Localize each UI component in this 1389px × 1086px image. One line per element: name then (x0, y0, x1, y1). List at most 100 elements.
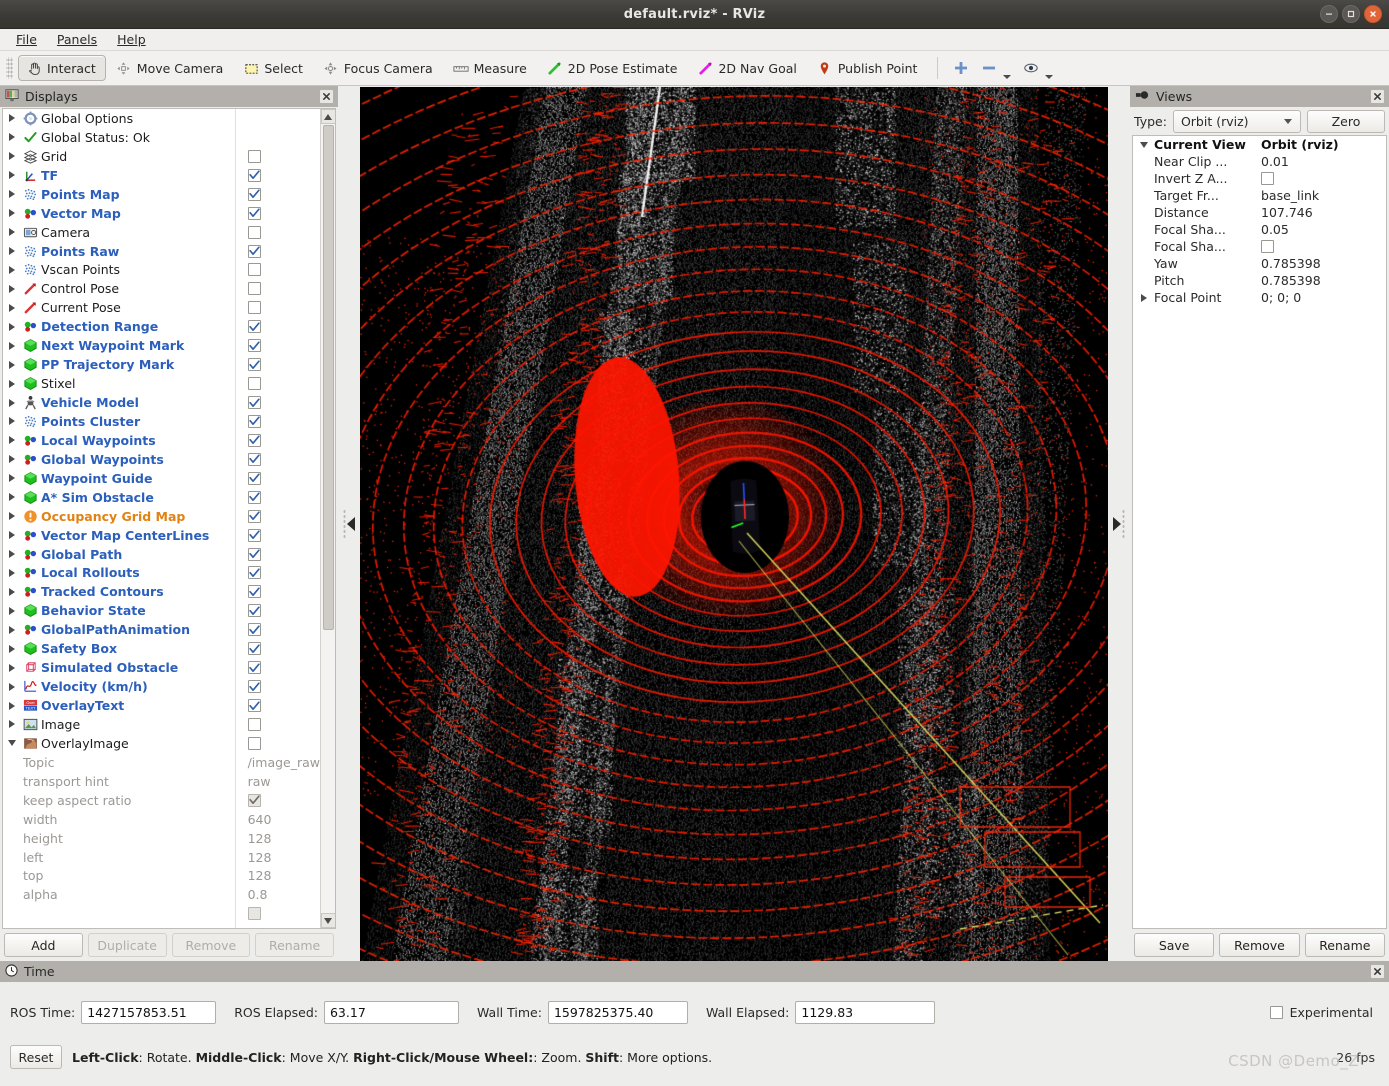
property-row-left[interactable]: left (3, 848, 235, 867)
display-enable-checkbox[interactable] (248, 245, 261, 258)
tool-2d-nav-goal[interactable]: 2D Nav Goal (689, 55, 806, 81)
display-item-vehicle-model[interactable]: Vehicle Model (3, 393, 235, 412)
rename-view-button[interactable]: Rename (1305, 933, 1385, 957)
display-item-control-pose[interactable]: Control Pose (3, 279, 235, 298)
property-value-cell[interactable]: 640 (236, 810, 320, 829)
view-property-invert-z-a[interactable]: Invert Z A... (1133, 170, 1386, 187)
display-item-overlayimage[interactable]: OverlayImage (3, 734, 235, 753)
display-item-simulated-obstacle[interactable]: Simulated Obstacle (3, 658, 235, 677)
chevron-right-icon[interactable] (3, 133, 20, 141)
display-enable-checkbox[interactable] (248, 207, 261, 220)
experimental-checkbox[interactable] (1270, 1006, 1283, 1019)
property-value-cell[interactable]: 0.8 (236, 885, 320, 904)
displays-tree[interactable]: Global Options Global Status: Ok Grid TF Poi… (2, 108, 336, 929)
display-enable-checkbox[interactable] (248, 377, 261, 390)
display-item-points-map[interactable]: Points Map (3, 185, 235, 204)
display-item-next-waypoint-mark[interactable]: Next Waypoint Mark (3, 336, 235, 355)
chevron-right-icon[interactable] (3, 266, 20, 274)
scroll-up-icon[interactable] (321, 109, 336, 124)
property-value-cell[interactable]: 128 (236, 829, 320, 848)
chevron-right-icon[interactable] (3, 228, 20, 236)
view-property-focal-sha[interactable]: Focal Sha... 0.05 (1133, 221, 1386, 238)
chevron-right-icon[interactable] (3, 569, 20, 577)
chevron-right-icon[interactable] (1133, 294, 1154, 302)
view-property-distance[interactable]: Distance 107.746 (1133, 204, 1386, 221)
property-value-cell[interactable] (236, 791, 320, 810)
remove-view-button[interactable]: Remove (1219, 933, 1299, 957)
pointcloud-canvas[interactable] (360, 87, 1108, 961)
views-type-select[interactable]: Orbit (rviz) (1173, 110, 1301, 133)
display-enable-checkbox[interactable] (248, 472, 261, 485)
display-enable-checkbox[interactable] (248, 188, 261, 201)
display-enable-checkbox[interactable] (248, 642, 261, 655)
chevron-right-icon[interactable] (3, 550, 20, 558)
view-property-pitch[interactable]: Pitch 0.785398 (1133, 272, 1386, 289)
chevron-down-icon[interactable] (1045, 75, 1053, 79)
chevron-right-icon[interactable] (3, 702, 20, 710)
chevron-right-icon[interactable] (3, 607, 20, 615)
display-item-camera[interactable]: Camera (3, 223, 235, 242)
view-property-value-cell[interactable]: 0; 0; 0 (1261, 290, 1386, 305)
tool-focus-camera[interactable]: Focus Camera (315, 55, 443, 81)
tool-publish-point[interactable]: Publish Point (809, 55, 928, 81)
display-item-grid[interactable]: Grid (3, 147, 235, 166)
property-row-top[interactable]: top (3, 867, 235, 886)
display-enable-checkbox[interactable] (248, 339, 261, 352)
view-property-value-cell[interactable]: 0.785398 (1261, 273, 1386, 288)
display-item-velocity-km-h[interactable]: Velocity (km/h) (3, 677, 235, 696)
tool-measure[interactable]: Measure (445, 55, 537, 81)
displays-scrollbar[interactable] (320, 109, 335, 928)
zero-button[interactable]: Zero (1307, 110, 1385, 133)
chevron-down-icon[interactable] (3, 740, 20, 746)
maximize-button[interactable] (1342, 5, 1360, 23)
display-enable-checkbox[interactable] (248, 301, 261, 314)
menu-panels[interactable]: Panels (49, 30, 105, 49)
display-item-pp-trajectory-mark[interactable]: PP Trajectory Mark (3, 355, 235, 374)
view-property-checkbox[interactable] (1261, 172, 1274, 185)
view-property-value-cell[interactable]: base_link (1261, 188, 1386, 203)
view-property-value-cell[interactable]: 0.05 (1261, 222, 1386, 237)
display-item-safety-box[interactable]: Safety Box (3, 639, 235, 658)
tool-visibility-button[interactable] (1018, 55, 1058, 81)
display-item-vector-map[interactable]: Vector Map (3, 204, 235, 223)
view-property-value-cell[interactable]: 0.785398 (1261, 256, 1386, 271)
display-item-global-options[interactable]: Global Options (3, 109, 235, 128)
display-item-vscan-points[interactable]: Vscan Points (3, 261, 235, 280)
display-enable-checkbox[interactable] (248, 623, 261, 636)
view-property-target-fr[interactable]: Target Fr... base_link (1133, 187, 1386, 204)
chevron-right-icon[interactable] (3, 720, 20, 728)
display-enable-checkbox[interactable] (248, 510, 261, 523)
view-property-current-view[interactable]: Current View Orbit (rviz) (1133, 136, 1386, 153)
display-item-tf[interactable]: TF (3, 166, 235, 185)
close-icon[interactable] (1370, 89, 1385, 104)
chevron-right-icon[interactable] (3, 152, 20, 160)
property-checkbox-partial[interactable] (248, 907, 261, 920)
collapse-right-icon[interactable] (1113, 517, 1121, 531)
chevron-right-icon[interactable] (3, 380, 20, 388)
chevron-right-icon[interactable] (3, 436, 20, 444)
display-item-detection-range[interactable]: Detection Range (3, 317, 235, 336)
chevron-down-icon[interactable] (1003, 75, 1011, 79)
chevron-right-icon[interactable] (3, 626, 20, 634)
reset-button[interactable]: Reset (10, 1045, 62, 1069)
chevron-right-icon[interactable] (3, 664, 20, 672)
view-property-value-cell[interactable] (1261, 172, 1386, 185)
display-enable-checkbox[interactable] (248, 434, 261, 447)
remove-button[interactable]: Remove (172, 933, 251, 957)
display-item-waypoint-guide[interactable]: Waypoint Guide (3, 469, 235, 488)
chevron-right-icon[interactable] (3, 531, 20, 539)
menu-help[interactable]: Help (109, 30, 154, 49)
property-row-keep-aspect-ratio[interactable]: keep aspect ratio (3, 791, 235, 810)
display-enable-checkbox[interactable] (248, 453, 261, 466)
ros-elapsed-input[interactable]: 63.17 (324, 1001, 459, 1024)
display-item-global-path[interactable]: Global Path (3, 545, 235, 564)
display-item-globalpathanimation[interactable]: GlobalPathAnimation (3, 620, 235, 639)
display-item-points-cluster[interactable]: Points Cluster (3, 412, 235, 431)
view-property-value-cell[interactable]: Orbit (rviz) (1261, 137, 1386, 152)
display-enable-checkbox[interactable] (248, 737, 261, 750)
minimize-button[interactable] (1320, 5, 1338, 23)
tool-select[interactable]: Select (235, 55, 313, 81)
display-enable-checkbox[interactable] (248, 226, 261, 239)
add-button[interactable]: Add (4, 933, 83, 957)
chevron-right-icon[interactable] (3, 323, 20, 331)
